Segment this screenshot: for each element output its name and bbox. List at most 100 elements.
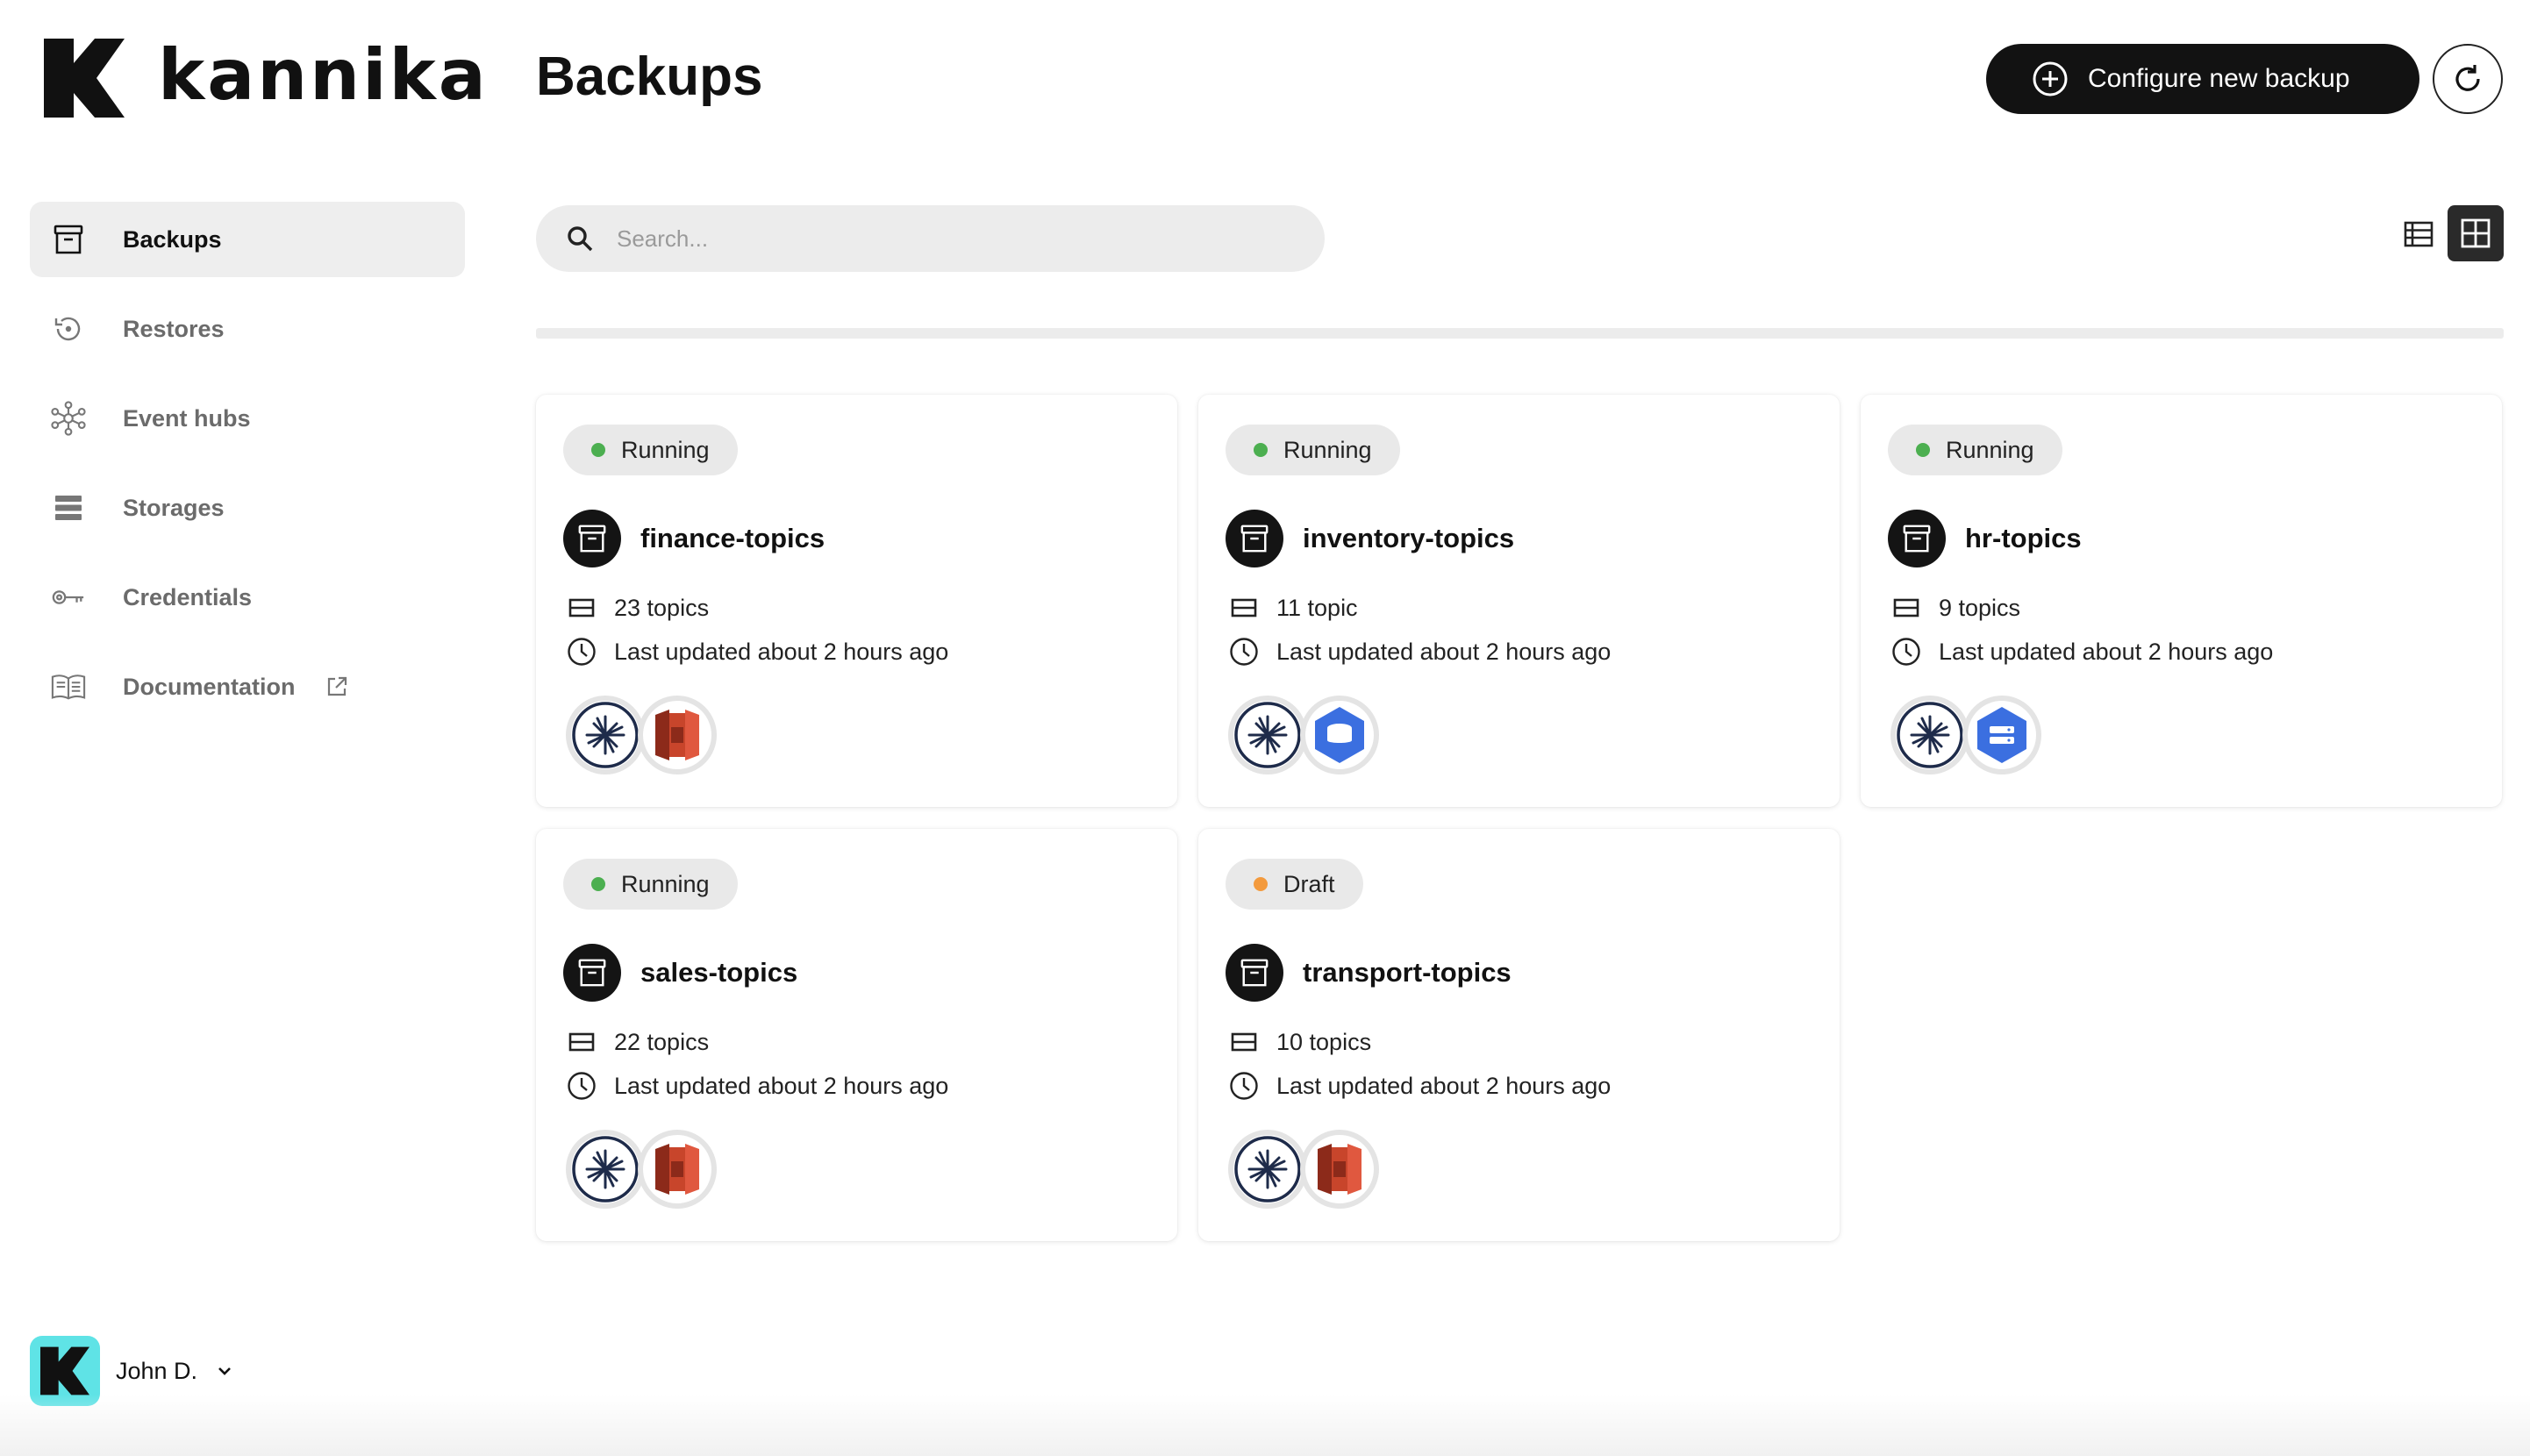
last-updated: Last updated about 2 hours ago <box>614 1072 949 1099</box>
sidebar-item-documentation[interactable]: Documentation <box>30 649 465 724</box>
sidebar-item-event-hubs[interactable]: Event hubs <box>30 381 465 456</box>
backup-card[interactable]: Running inventory-topics 11 topic Last u… <box>1198 395 1840 807</box>
topics-count: 23 topics <box>614 594 710 621</box>
sidebar-item-label: Storages <box>123 494 225 521</box>
topics-icon <box>1229 1027 1259 1057</box>
search-input[interactable] <box>617 225 1283 253</box>
sidebar-item-label: Event hubs <box>123 404 251 432</box>
sidebar-item-storages[interactable]: Storages <box>30 470 465 546</box>
backup-card[interactable]: Running sales-topics 22 topics Last upda… <box>536 829 1177 1241</box>
refresh-button[interactable] <box>2433 44 2503 114</box>
restore-icon <box>51 311 86 346</box>
status-label: Running <box>1946 436 2034 463</box>
aws-s3-icon <box>1300 1130 1379 1209</box>
archive-box-icon <box>51 222 86 257</box>
last-updated: Last updated about 2 hours ago <box>1276 638 1612 665</box>
bottom-fade <box>0 1395 2530 1456</box>
sidebar-item-restores[interactable]: Restores <box>30 291 465 367</box>
status-badge: Running <box>563 425 738 475</box>
gcp-filestore-icon <box>1962 696 2041 774</box>
archive-box-icon <box>1226 944 1283 1002</box>
page-title: Backups <box>536 46 763 107</box>
backup-name: finance-topics <box>640 523 825 553</box>
status-dot <box>1254 877 1268 891</box>
status-label: Draft <box>1283 870 1335 897</box>
clock-icon <box>567 1071 597 1101</box>
plus-circle-icon <box>2033 61 2068 96</box>
topics-count: 22 topics <box>614 1028 710 1055</box>
status-badge: Draft <box>1226 859 1363 910</box>
key-icon <box>51 580 86 615</box>
search-icon <box>568 226 593 252</box>
topics-icon <box>567 593 597 623</box>
last-updated: Last updated about 2 hours ago <box>614 638 949 665</box>
sidebar-nav: Backups Restores Event hubs Storages Cre… <box>30 202 465 739</box>
book-icon <box>51 669 86 704</box>
hub-network-icon <box>51 401 86 436</box>
configure-new-backup-button[interactable]: Configure new backup <box>1986 44 2419 114</box>
list-view-icon <box>2404 221 2434 247</box>
topics-count: 10 topics <box>1276 1028 1372 1055</box>
grid-view-icon <box>2461 218 2491 248</box>
backup-card[interactable]: Running finance-topics 23 topics Last up… <box>536 395 1177 807</box>
kannika-logo-mark-icon <box>40 1346 89 1395</box>
archive-box-icon <box>1888 510 1946 567</box>
topics-icon <box>567 1027 597 1057</box>
chevron-down-icon <box>218 1367 231 1375</box>
status-badge: Running <box>1888 425 2062 475</box>
last-updated: Last updated about 2 hours ago <box>1939 638 2274 665</box>
kafka-icon <box>1228 1130 1307 1209</box>
refresh-icon <box>2455 65 2480 91</box>
aws-s3-icon <box>638 696 717 774</box>
backup-card[interactable]: Draft transport-topics 10 topics Last up… <box>1198 829 1840 1241</box>
clock-icon <box>1891 637 1921 667</box>
kafka-icon <box>1228 696 1307 774</box>
kafka-icon <box>566 1130 645 1209</box>
backup-name: inventory-topics <box>1303 523 1515 553</box>
archive-box-icon <box>1226 510 1283 567</box>
gcp-storage-icon <box>1300 696 1379 774</box>
topics-count: 9 topics <box>1939 594 2021 621</box>
topics-icon <box>1229 593 1259 623</box>
topics-count: 11 topic <box>1276 594 1358 621</box>
grid-view-toggle[interactable] <box>2448 205 2504 261</box>
kannika-logo[interactable]: kannika <box>44 39 489 118</box>
backup-name: sales-topics <box>640 957 798 988</box>
storage-stack-icon <box>51 490 86 525</box>
kafka-icon <box>1890 696 1969 774</box>
status-dot <box>1916 443 1930 457</box>
backup-card[interactable]: Running hr-topics 9 topics Last updated … <box>1861 395 2502 807</box>
kafka-icon <box>566 696 645 774</box>
status-badge: Running <box>563 859 738 910</box>
status-dot <box>591 443 605 457</box>
brand-name: kannika <box>158 34 489 116</box>
archive-box-icon <box>563 944 621 1002</box>
sidebar-item-label: Restores <box>123 315 225 342</box>
clock-icon <box>1229 1071 1259 1101</box>
status-label: Running <box>1283 436 1372 463</box>
backup-name: transport-topics <box>1303 957 1512 988</box>
search-bar[interactable] <box>536 205 1325 272</box>
configure-button-label: Configure new backup <box>2088 64 2350 93</box>
topics-icon <box>1891 593 1921 623</box>
status-label: Running <box>621 436 710 463</box>
backup-name: hr-topics <box>1965 523 2082 553</box>
status-badge: Running <box>1226 425 1400 475</box>
list-view-toggle[interactable] <box>2401 217 2436 252</box>
clock-icon <box>567 637 597 667</box>
kannika-logo-mark-icon <box>44 39 125 118</box>
sidebar-item-label: Backups <box>123 225 222 253</box>
user-name: John D. <box>116 1357 198 1384</box>
external-link-icon <box>327 676 347 696</box>
sidebar-item-credentials[interactable]: Credentials <box>30 560 465 635</box>
sidebar-item-label: Documentation <box>123 673 296 700</box>
status-dot <box>591 877 605 891</box>
archive-box-icon <box>563 510 621 567</box>
sidebar-item-backups[interactable]: Backups <box>30 202 465 277</box>
progress-divider <box>536 328 2504 339</box>
sidebar-item-label: Credentials <box>123 583 253 610</box>
aws-s3-icon <box>638 1130 717 1209</box>
status-dot <box>1254 443 1268 457</box>
clock-icon <box>1229 637 1259 667</box>
last-updated: Last updated about 2 hours ago <box>1276 1072 1612 1099</box>
